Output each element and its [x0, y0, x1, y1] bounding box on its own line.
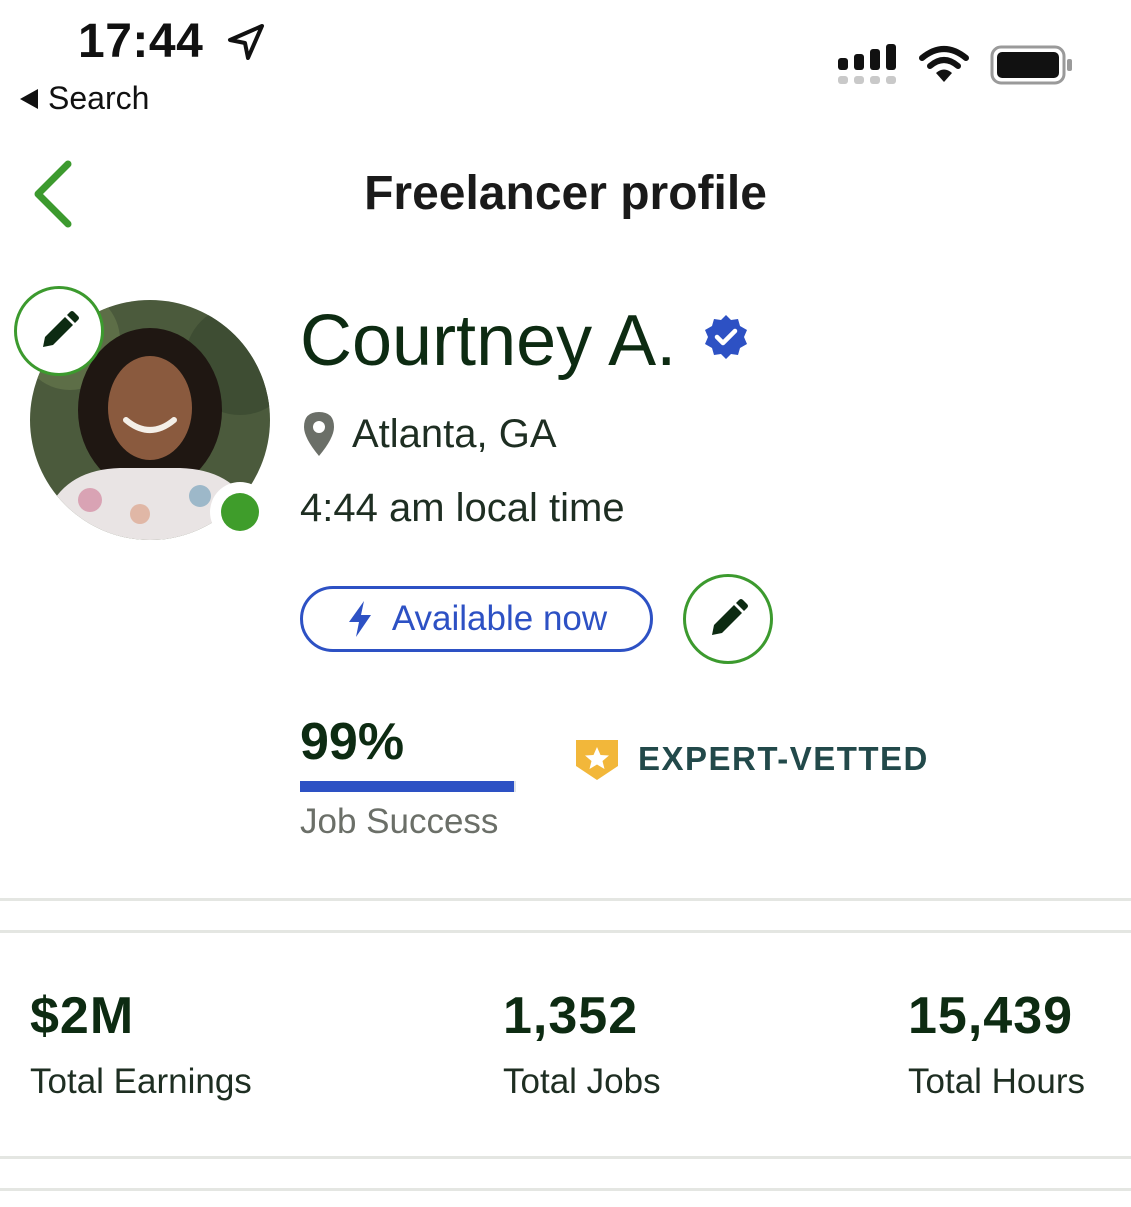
stat-label: Total Earnings: [30, 1062, 252, 1101]
battery-icon: [990, 45, 1072, 85]
map-pin-icon: [304, 412, 334, 456]
location-row: Atlanta, GA: [302, 410, 557, 458]
availability-badge[interactable]: Available now: [300, 586, 653, 652]
page-title: Freelancer profile: [364, 167, 767, 220]
back-to-app-link[interactable]: Search: [20, 80, 149, 117]
job-success-label: Job Success: [300, 802, 499, 841]
pencil-icon: [43, 311, 79, 347]
job-success-bar: [300, 781, 516, 792]
job-success-value: 99%: [300, 713, 405, 771]
online-status-indicator: [210, 482, 270, 542]
pencil-icon: [712, 599, 748, 635]
section-divider: [0, 930, 1131, 933]
location-text: Atlanta, GA: [352, 411, 557, 456]
edit-photo-button[interactable]: [14, 286, 104, 376]
stat-value: 1,352: [503, 987, 639, 1045]
section-divider: [0, 1156, 1131, 1159]
wifi-icon: [919, 46, 969, 82]
stat-total-hours: 15,439 Total Hours: [908, 986, 1085, 1102]
availability-label: Available now: [391, 599, 608, 638]
job-success-bar-fill: [300, 781, 514, 792]
stat-total-earnings: $2M Total Earnings: [30, 986, 252, 1102]
stat-label: Total Hours: [908, 1062, 1086, 1101]
location-arrow-icon: [228, 24, 264, 60]
stat-label: Total Jobs: [503, 1062, 661, 1101]
section-divider: [0, 1188, 1131, 1191]
local-time: 4:44 am local time: [300, 486, 625, 530]
lightning-bolt-icon: [348, 601, 371, 637]
edit-availability-button[interactable]: [683, 574, 773, 664]
section-divider: [0, 898, 1131, 901]
verified-badge-icon: [705, 315, 747, 359]
freelancer-name: Courtney A.: [300, 301, 677, 381]
stat-value: $2M: [30, 987, 135, 1045]
back-app-label: Search: [48, 80, 150, 116]
expert-vetted-badge: EXPERT-VETTED: [574, 736, 929, 782]
stat-value: 15,439: [908, 987, 1074, 1045]
stat-total-jobs: 1,352 Total Jobs: [503, 986, 661, 1102]
status-time: 17:44: [78, 15, 204, 68]
expert-vetted-shield-icon: [576, 740, 618, 780]
back-triangle-icon: [20, 88, 38, 109]
expert-vetted-label: EXPERT-VETTED: [638, 740, 929, 777]
signal-icon: [838, 44, 896, 84]
